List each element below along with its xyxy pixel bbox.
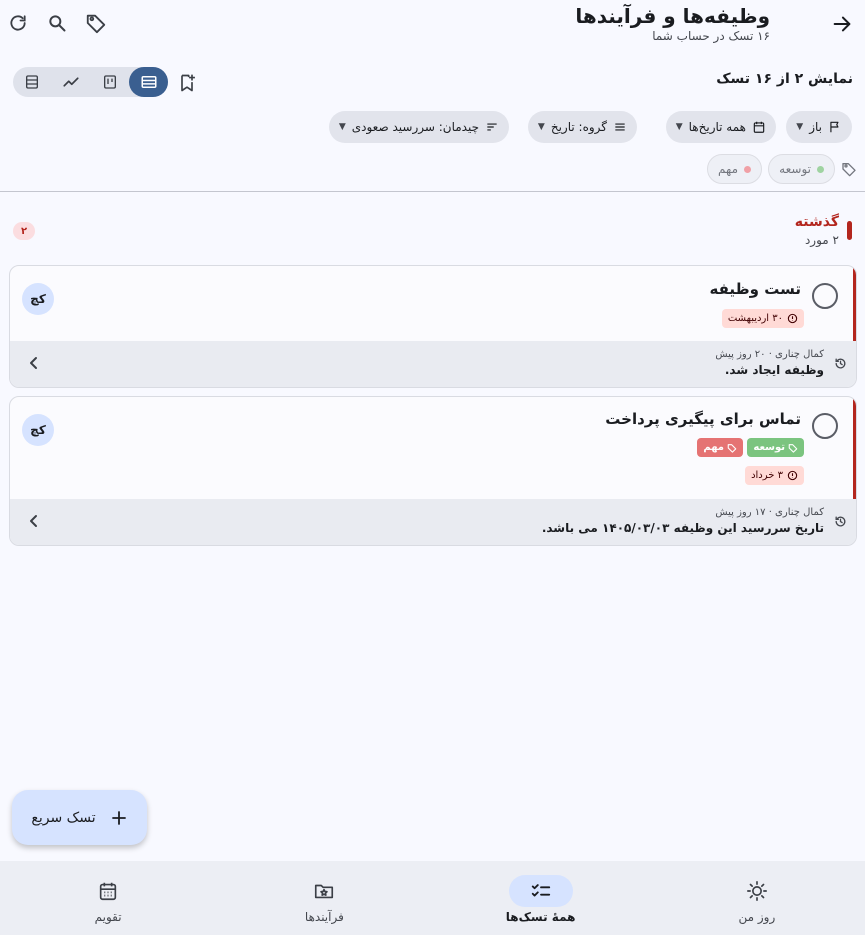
view-chart-button[interactable] (52, 67, 91, 97)
tag-filter-develop[interactable]: توسعه (768, 154, 835, 184)
quick-task-fab[interactable]: تسک سریع (12, 790, 147, 845)
checklist-icon (508, 875, 573, 907)
back-arrow-icon[interactable] (827, 9, 857, 39)
bookmark-add-icon[interactable] (172, 68, 202, 98)
group-count: ۲ مورد (804, 233, 839, 247)
nav-all-tasks[interactable]: همهٔ تسک‌ها (433, 861, 649, 935)
activity-text: تاریخ سررسید این وظیفه ۱۴۰۵/۰۳/۰۳ می باش… (541, 521, 824, 535)
nav-label: تقویم (94, 910, 122, 924)
date-filter-chip[interactable]: همه تاریخ‌ها ▼ (665, 111, 776, 143)
page-title: وظیفه‌ها و فرآیندها (575, 4, 770, 28)
kanban-icon (103, 75, 116, 89)
activity-text: وظیفه ایجاد شد. (724, 363, 824, 377)
nav-my-day[interactable]: روز من (649, 861, 865, 935)
sort-filter-chip[interactable]: چیدمان: سررسید صعودی ▼ (328, 111, 509, 143)
view-list-button[interactable] (13, 67, 52, 97)
refresh-icon[interactable] (3, 8, 33, 38)
overdue-edge (853, 397, 856, 501)
chevron-left-icon (28, 514, 40, 528)
history-icon (834, 357, 847, 370)
tag-color-dot (817, 165, 824, 173)
caret-down-icon: ▼ (796, 122, 804, 132)
tag-icon[interactable] (81, 8, 111, 38)
fab-label: تسک سریع (31, 809, 96, 826)
tag-color-dot (744, 165, 751, 173)
clock-alert-icon (787, 470, 798, 481)
sun-icon (725, 875, 789, 907)
caret-down-icon: ▼ (537, 122, 545, 132)
nav-label: همهٔ تسک‌ها (505, 910, 576, 924)
trend-chart-icon (63, 77, 79, 87)
task-tag-label: مهم (703, 442, 724, 453)
title-block: وظیفه‌ها و فرآیندها ۱۶ تسک در حساب شما (575, 4, 770, 43)
nav-calendar[interactable]: تقویم (0, 861, 216, 935)
showing-count: نمایش ۲ از ۱۶ تسک (716, 71, 853, 87)
flag-icon (830, 121, 839, 133)
tag-filter-icon (839, 154, 859, 184)
clock-alert-icon (787, 313, 798, 324)
group-filter-label: گروه: تاریخ (550, 120, 607, 134)
status-filter-chip[interactable]: باز ▼ (786, 111, 852, 143)
group-color-bar (847, 221, 852, 240)
task-title: تست وظیفه (709, 280, 801, 298)
caret-down-icon: ▼ (675, 122, 683, 132)
tag-filter-label: مهم (718, 162, 738, 176)
table-view-icon (141, 76, 157, 88)
view-mode-switcher (13, 67, 168, 97)
view-table-button[interactable] (129, 67, 168, 97)
task-tag-important: مهم (697, 438, 743, 457)
status-filter-label: باز (809, 120, 822, 134)
top-app-bar: وظیفه‌ها و فرآیندها ۱۶ تسک در حساب شما (0, 0, 865, 60)
divider (0, 191, 865, 192)
bottom-navigation: روز من همهٔ تسک‌ها فرآیندها تقویم (0, 861, 865, 935)
history-icon (834, 515, 847, 528)
tag-filter-label: توسعه (779, 162, 811, 176)
complete-checkbox[interactable] (812, 413, 838, 439)
due-date-badge: ۳ خرداد (745, 466, 804, 485)
overdue-edge (853, 266, 856, 343)
caret-down-icon: ▼ (338, 122, 346, 132)
activity-row[interactable]: کمال چناری · ۱۷ روز پیش تاریخ سررسید این… (10, 499, 856, 545)
calendar-icon (76, 875, 140, 907)
tag-filter-important[interactable]: مهم (707, 154, 762, 184)
nav-label: فرآیندها (304, 910, 344, 924)
nav-processes[interactable]: فرآیندها (216, 861, 432, 935)
search-icon[interactable] (42, 8, 72, 38)
activity-row[interactable]: کمال چناری · ۲۰ روز پیش وظیفه ایجاد شد. (10, 341, 856, 387)
group-count-badge: ۲ (13, 222, 35, 240)
chevron-left-icon (28, 356, 40, 370)
page-subtitle: ۱۶ تسک در حساب شما (652, 29, 770, 43)
task-title: تماس برای پیگیری پرداخت (605, 410, 801, 428)
group-title: گذشته (794, 214, 839, 230)
sort-icon (487, 123, 497, 131)
group-filter-chip[interactable]: گروه: تاریخ ▼ (527, 111, 637, 143)
folder-star-icon (292, 875, 356, 907)
avatar[interactable]: کچ (22, 414, 54, 446)
due-date-label: ۳ خرداد (751, 470, 783, 481)
calendar-icon (753, 121, 765, 133)
activity-meta: کمال چناری · ۲۰ روز پیش (715, 349, 824, 360)
group-lines-icon (615, 123, 625, 131)
task-card[interactable]: تماس برای پیگیری پرداخت توسعه مهم ۳ خردا… (9, 396, 857, 546)
nav-label: روز من (738, 910, 776, 924)
avatar[interactable]: کچ (22, 283, 54, 315)
activity-meta: کمال چناری · ۱۷ روز پیش (715, 507, 824, 518)
tag-icon (788, 443, 798, 453)
task-tag-develop: توسعه (747, 438, 804, 457)
list-view-icon (26, 75, 39, 89)
due-date-badge: ۳۰ اردیبهشت (721, 309, 804, 328)
task-tag-label: توسعه (753, 442, 785, 453)
tag-icon (727, 443, 737, 453)
complete-checkbox[interactable] (812, 283, 838, 309)
date-filter-label: همه تاریخ‌ها (688, 120, 746, 134)
sort-filter-label: چیدمان: سررسید صعودی (351, 120, 479, 134)
plus-icon (111, 810, 126, 825)
view-board-button[interactable] (91, 67, 130, 97)
due-date-label: ۳۰ اردیبهشت (727, 313, 783, 324)
task-card[interactable]: تست وظیفه ۳۰ اردیبهشت کچ کمال چناری · ۲۰… (9, 265, 857, 388)
